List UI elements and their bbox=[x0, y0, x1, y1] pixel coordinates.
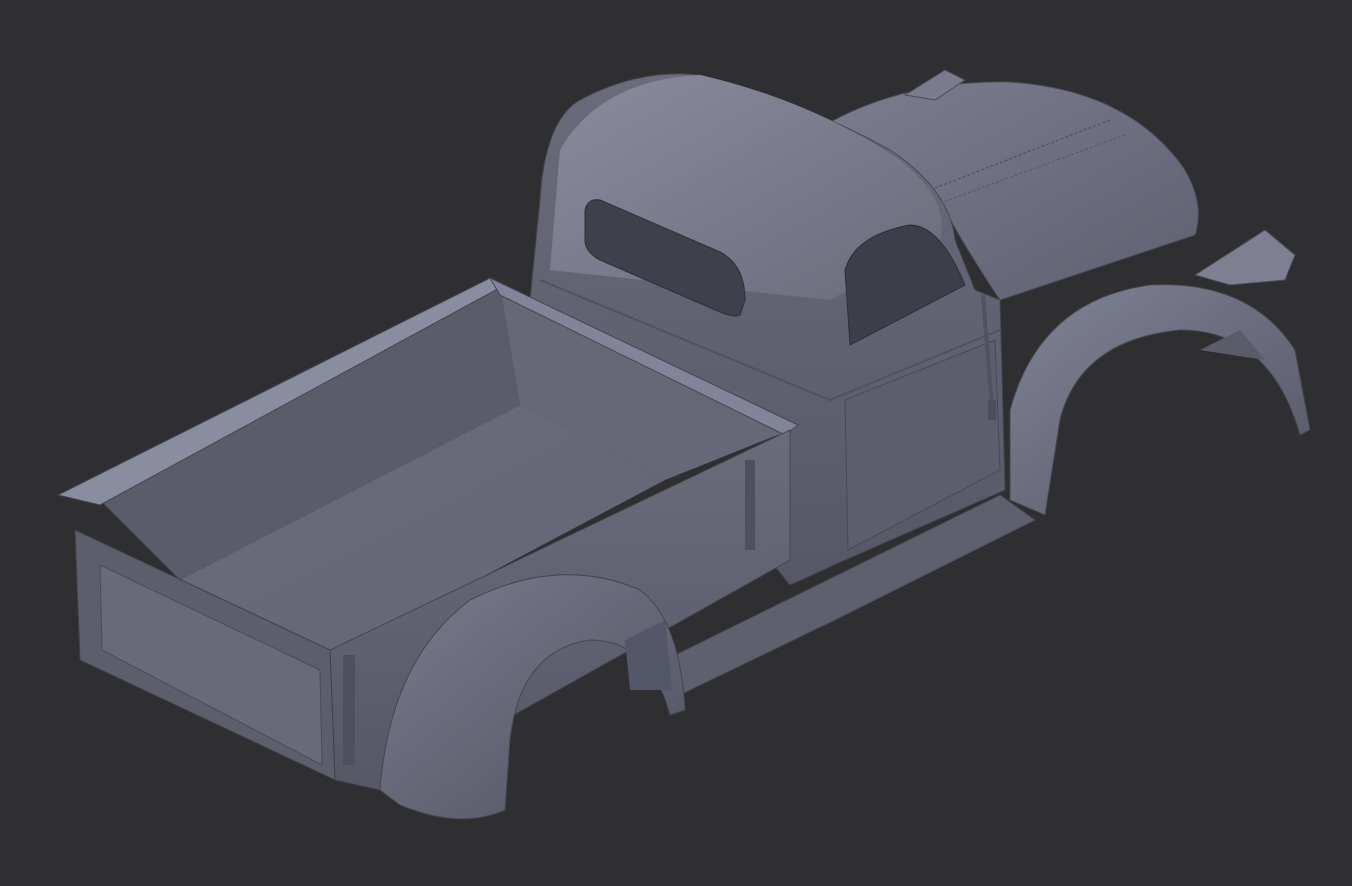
truck-model-render bbox=[56, 69, 1311, 820]
3d-viewport[interactable] bbox=[0, 0, 1352, 886]
front-fender bbox=[1009, 284, 1311, 516]
headlight-right bbox=[1193, 229, 1296, 286]
